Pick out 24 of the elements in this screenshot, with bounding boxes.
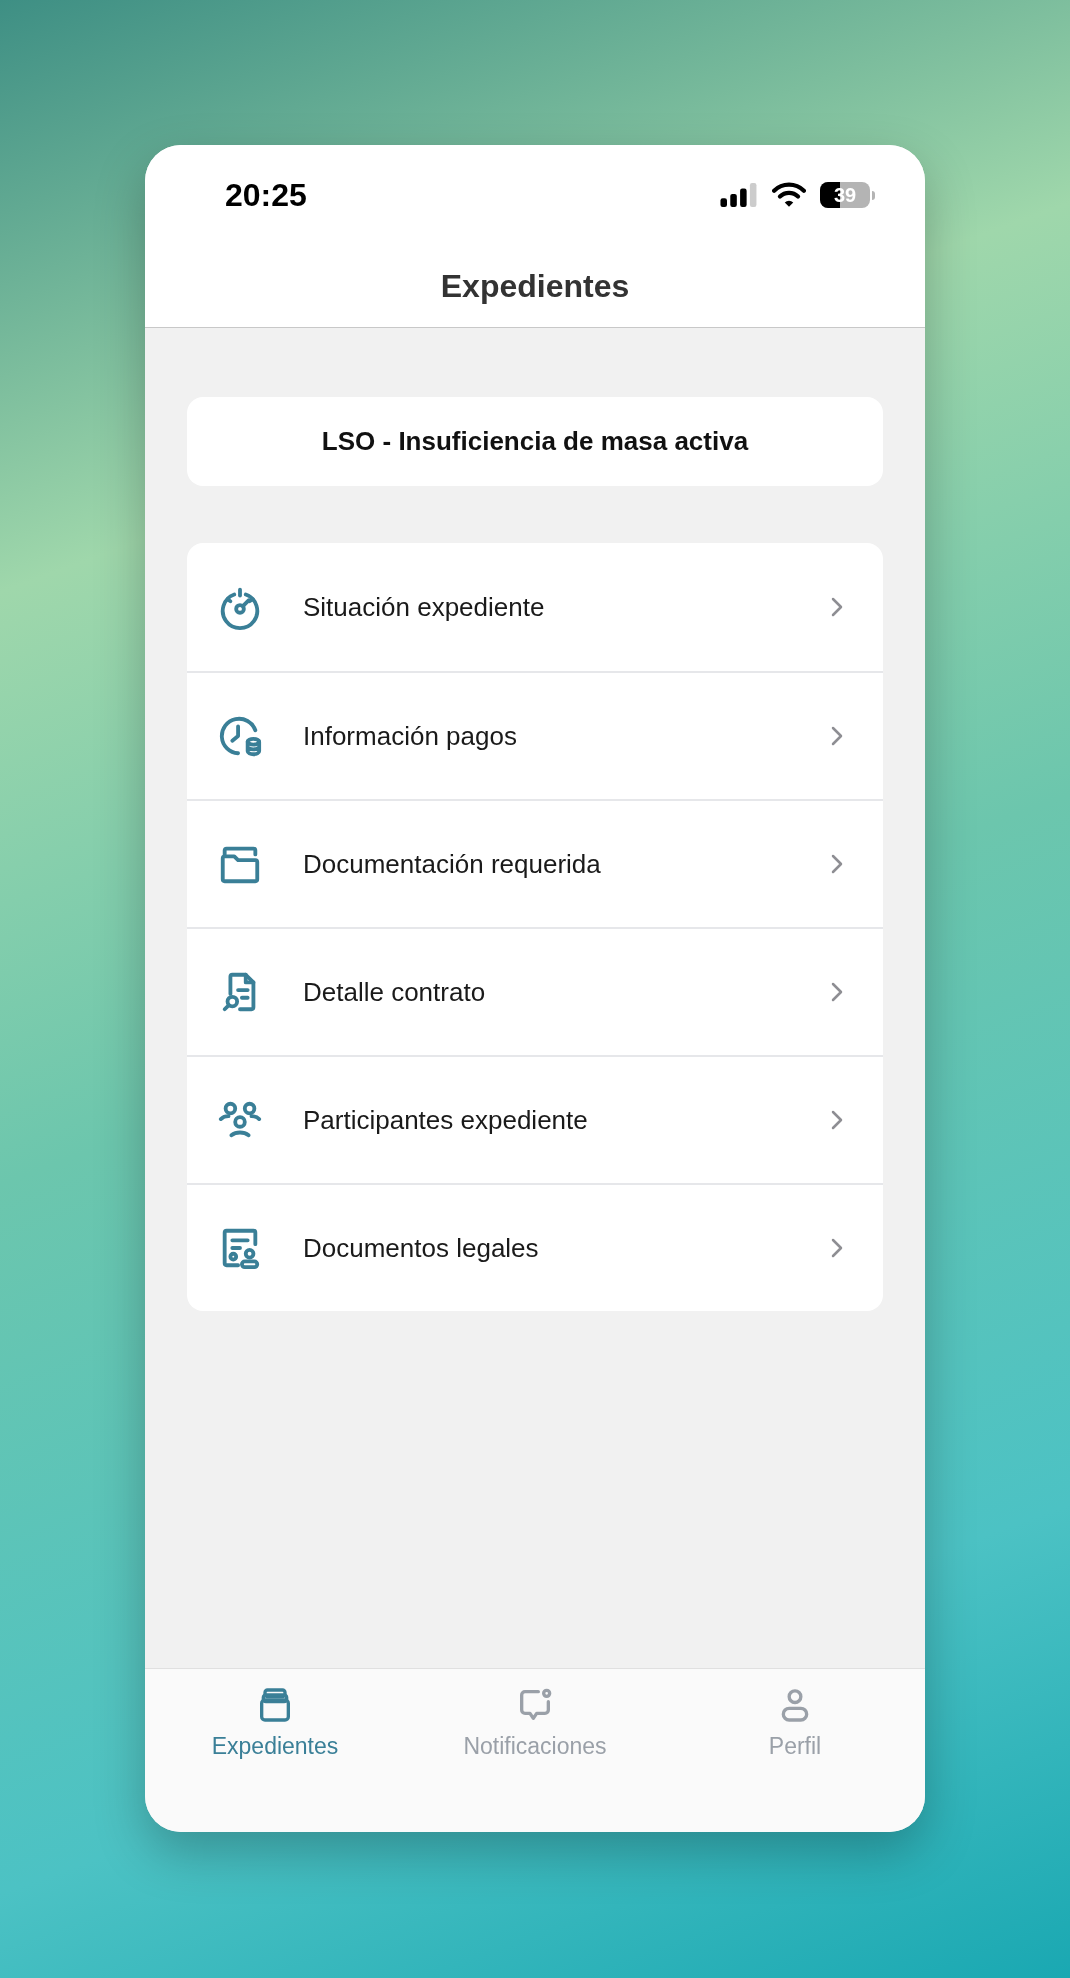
tab[interactable]: Expedientes bbox=[145, 1685, 405, 1764]
screen-title: Expedientes bbox=[440, 267, 630, 306]
menu-label: Documentación requerida bbox=[303, 847, 602, 881]
status-time: 20:25 bbox=[225, 176, 307, 215]
menu-label: Documentos legales bbox=[303, 1231, 540, 1265]
chevron-right-icon bbox=[831, 1110, 843, 1130]
signal-icon bbox=[720, 183, 758, 207]
chevron-right-icon bbox=[831, 982, 843, 1002]
menu-label: Participantes expediente bbox=[303, 1103, 589, 1137]
menu-item[interactable]: Situación expediente bbox=[187, 543, 883, 671]
menu-item[interactable]: Información pagos bbox=[187, 671, 883, 799]
menu-item[interactable]: Detalle contrato bbox=[187, 927, 883, 1055]
menu-item[interactable]: Documentación requerida bbox=[187, 799, 883, 927]
chevron-right-icon bbox=[831, 1238, 843, 1258]
menu-label: Situación expediente bbox=[303, 590, 546, 624]
chevron-right-icon bbox=[831, 726, 843, 746]
menu-item[interactable]: Documentos legales bbox=[187, 1183, 883, 1311]
case-title: LSO - Insuficiencia de masa activa bbox=[321, 425, 749, 458]
menu-label: Información pagos bbox=[303, 719, 518, 753]
menu-item[interactable]: Participantes expediente bbox=[187, 1055, 883, 1183]
menu-label: Detalle contrato bbox=[303, 975, 487, 1009]
wifi-icon bbox=[772, 182, 806, 208]
chevron-right-icon bbox=[831, 854, 843, 874]
chevron-right-icon bbox=[831, 597, 843, 617]
